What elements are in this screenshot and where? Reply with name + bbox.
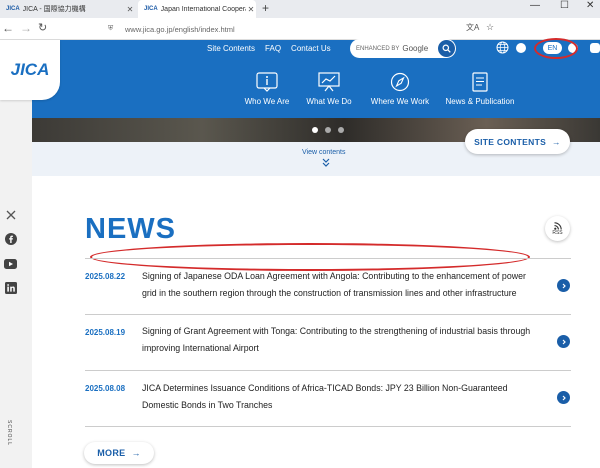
nav-who-we-are[interactable]: Who We Are — [236, 72, 298, 106]
slide-dot-3[interactable] — [338, 127, 344, 133]
tab-jica-english[interactable]: JICA Japan International Cooperatio ✕ — [138, 0, 256, 18]
main-navigation: Who We Are What We Do Where We Work News… — [236, 72, 520, 106]
faq-link[interactable]: FAQ — [265, 44, 281, 53]
reload-icon[interactable]: ↻ — [38, 21, 47, 34]
close-icon[interactable]: ✕ — [125, 5, 135, 14]
news-date: 2025.08.22 — [85, 272, 126, 281]
language-option[interactable] — [590, 43, 600, 53]
site-contents-button[interactable]: SITE CONTENTS → — [465, 129, 570, 154]
browser-tab-bar: JICA JICA - 国際協力機構 ✕ JICA Japan Internat… — [0, 0, 600, 18]
search-button[interactable] — [438, 40, 455, 57]
x-icon[interactable] — [4, 208, 17, 221]
search-enhanced-label: ENHANCED BY — [356, 45, 400, 52]
youtube-icon[interactable] — [4, 257, 17, 270]
social-rail — [0, 40, 32, 468]
news-text[interactable]: JICA Determines Issuance Conditions of A… — [142, 380, 538, 414]
site-contents-link[interactable]: Site Contents — [207, 44, 255, 53]
nav-label: Where We Work — [370, 97, 430, 106]
nav-where-we-work[interactable]: Where We Work — [360, 72, 440, 106]
annotation-circle-news — [90, 243, 530, 271]
divider — [85, 314, 571, 315]
slide-dot-1[interactable] — [312, 127, 318, 133]
nav-label: Who We Are — [244, 97, 290, 106]
tab-jica-japanese[interactable]: JICA JICA - 国際協力機構 ✕ — [0, 0, 135, 18]
divider — [85, 426, 571, 427]
news-text[interactable]: Signing of Japanese ODA Loan Agreement w… — [142, 268, 538, 302]
scroll-label: SCROLL — [6, 420, 12, 447]
chevron-right-icon[interactable] — [557, 279, 570, 292]
top-links: Site Contents FAQ Contact Us — [207, 44, 331, 53]
logo-text: JICA — [10, 60, 50, 79]
arrow-right-icon: → — [552, 136, 561, 147]
divider — [85, 258, 571, 259]
chevron-right-icon[interactable] — [557, 335, 570, 348]
search-icon — [442, 44, 451, 53]
compass-icon — [390, 72, 410, 92]
double-chevron-down-icon[interactable] — [322, 158, 330, 169]
jica-favicon-icon: JICA — [144, 6, 158, 12]
annotation-circle-language — [534, 38, 578, 59]
new-tab-icon[interactable]: + — [262, 1, 269, 15]
bookmark-star-icon[interactable]: ☆ — [486, 22, 494, 33]
address-bar: ← → ↻ ⛨ www.jica.go.jp/english/index.htm… — [0, 18, 600, 40]
minimize-icon[interactable]: — — [530, 0, 540, 11]
back-icon[interactable]: ← — [2, 21, 14, 35]
jica-favicon-icon: JICA — [6, 6, 20, 12]
slide-dot-2[interactable] — [325, 127, 331, 133]
view-contents-link[interactable]: View contents — [302, 149, 345, 156]
translate-icon[interactable]: 文A — [466, 22, 479, 33]
more-news-button[interactable]: MORE → — [84, 442, 154, 464]
contact-us-link[interactable]: Contact Us — [291, 44, 331, 53]
facebook-icon[interactable] — [4, 232, 17, 245]
linkedin-icon[interactable] — [4, 281, 17, 294]
language-option[interactable] — [516, 43, 526, 53]
news-date: 2025.08.08 — [85, 384, 126, 393]
news-heading: NEWS — [85, 213, 176, 245]
news-text[interactable]: Signing of Grant Agreement with Tonga: C… — [142, 323, 538, 357]
globe-icon[interactable] — [496, 41, 509, 54]
window-close-icon[interactable]: ✕ — [586, 0, 594, 11]
rss-icon — [553, 221, 562, 230]
url-field[interactable]: ⛨ www.jica.go.jp/english/index.html — [108, 21, 458, 37]
rss-button[interactable]: RSS — [545, 216, 570, 241]
chevron-right-icon[interactable] — [557, 391, 570, 404]
news-date: 2025.08.19 — [85, 328, 126, 337]
rss-label: RSS — [552, 229, 563, 236]
site-contents-label: SITE CONTENTS — [474, 136, 547, 147]
close-icon[interactable]: ✕ — [246, 5, 256, 14]
site-info-icon[interactable]: ⛨ — [108, 25, 118, 34]
arrow-right-icon: → — [131, 448, 141, 458]
nav-what-we-do[interactable]: What We Do — [298, 72, 360, 106]
nav-news-publication[interactable]: News & Publication — [440, 72, 520, 106]
search-input[interactable]: ENHANCED BY Google — [350, 39, 456, 58]
forward-icon[interactable]: → — [20, 21, 32, 35]
tab-title: Japan International Cooperatio — [160, 5, 246, 13]
jica-logo[interactable]: JICA — [0, 40, 60, 100]
google-label: Google — [402, 44, 429, 53]
document-icon — [472, 72, 488, 92]
info-icon — [256, 72, 278, 92]
nav-label: What We Do — [306, 97, 352, 106]
nav-label: News & Publication — [445, 97, 515, 106]
maximize-icon[interactable]: ☐ — [560, 0, 569, 11]
more-label: MORE — [97, 448, 126, 458]
presentation-icon — [318, 72, 340, 92]
divider — [85, 370, 571, 371]
url-text: www.jica.go.jp/english/index.html — [125, 24, 235, 34]
tab-title: JICA - 国際協力機構 — [22, 6, 86, 13]
